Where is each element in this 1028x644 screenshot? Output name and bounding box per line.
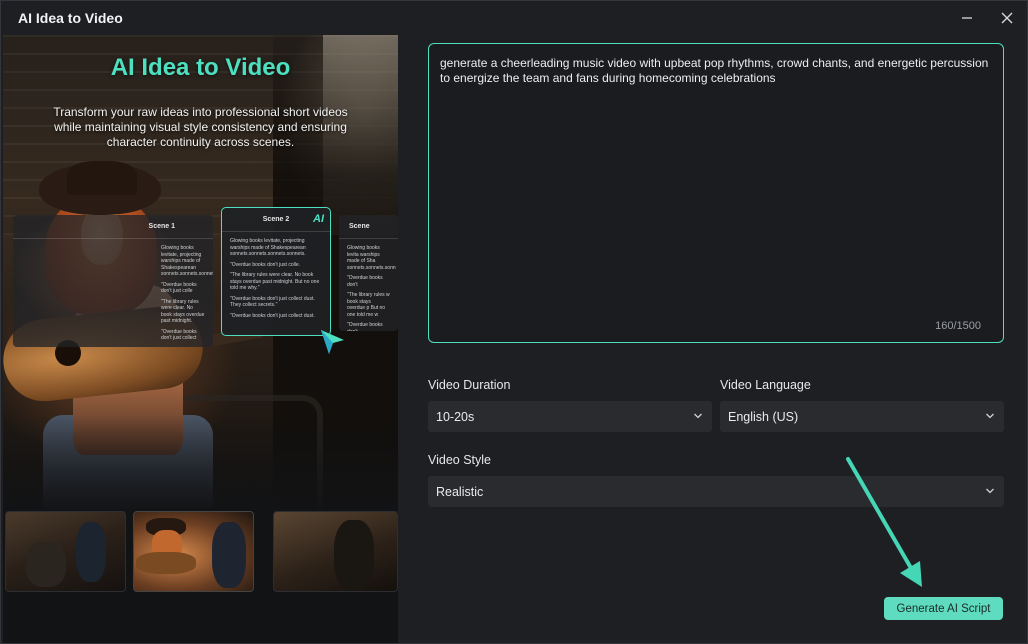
thumbnail-3[interactable] xyxy=(273,511,398,592)
scene-card-line: "The library rules w book stays overdue … xyxy=(347,292,390,318)
chevron-down-icon xyxy=(986,413,994,419)
thumbnail-strip xyxy=(3,509,398,595)
video-duration-select[interactable]: 10-20s xyxy=(428,401,712,432)
scene-card-line: Glowing books levita warships made of Sh… xyxy=(347,245,396,271)
hero-description: Transform your raw ideas into profession… xyxy=(53,105,348,149)
title-bar: AI Idea to Video xyxy=(1,1,1027,35)
scene-card-line: Glowing books levitate, projecting warsh… xyxy=(161,245,213,277)
chevron-down-icon xyxy=(986,488,994,494)
scene-card-line: "Overdue books don't just collect dust. xyxy=(230,312,315,319)
scene-card-line: "The library rules were clear. No book s… xyxy=(161,298,205,325)
scene-card-2: Scene 2 AI Glowing books levitate, proje… xyxy=(221,207,331,336)
scene-card-line: "Overdue books don't just colle. xyxy=(230,261,300,268)
thumbnail-1[interactable] xyxy=(5,511,126,592)
scene-card-line: "Overdue books don't just colle xyxy=(161,281,197,295)
thumbnail-2[interactable] xyxy=(133,511,254,592)
thumbnail-figure xyxy=(136,552,196,574)
hero-figure-hat-crown xyxy=(67,161,137,195)
scene-card-1: Scene 1 Glowing books levitate, projecti… xyxy=(13,215,213,347)
video-style-value: Realistic xyxy=(436,484,484,499)
thumbnail-figure xyxy=(212,522,246,588)
minimize-icon xyxy=(962,17,972,19)
video-duration-value: 10-20s xyxy=(436,409,475,424)
character-counter: 160/1500 xyxy=(935,320,981,332)
thumbnail-figure xyxy=(334,520,374,590)
hero-title: AI Idea to Video xyxy=(110,54,291,81)
chevron-down-icon xyxy=(694,413,702,419)
scene-card-3: Scene Glowing books levita warships made… xyxy=(339,215,398,331)
video-language-select[interactable]: English (US) xyxy=(720,401,1004,432)
window-title: AI Idea to Video xyxy=(18,10,123,26)
prompt-textarea[interactable]: generate a cheerleading music video with… xyxy=(428,43,1004,343)
arrow-annotation xyxy=(846,457,922,587)
scene-card-title: Scene xyxy=(339,215,398,239)
hero-image: AI Idea to Video Transform your raw idea… xyxy=(3,35,398,509)
generate-ai-script-button[interactable]: Generate AI Script xyxy=(884,597,1003,620)
app-window: AI Idea to Video AI Idea to Video Transf xyxy=(0,0,1028,644)
close-icon xyxy=(1001,12,1013,24)
scene-card-line: "Overdue books don't xyxy=(347,275,383,288)
video-duration-label: Video Duration xyxy=(428,378,511,392)
scene-card-body: Glowing books levitate, projecting warsh… xyxy=(13,239,213,347)
video-language-value: English (US) xyxy=(728,409,799,424)
video-style-label: Video Style xyxy=(428,453,492,467)
video-language-label: Video Language xyxy=(720,378,811,392)
scene-card-line: "Overdue books don't xyxy=(347,322,383,331)
scene-card-title: Scene 1 xyxy=(13,215,213,239)
minimize-button[interactable] xyxy=(954,6,980,30)
scene-card-line: Glowing books levitate, projecting warsh… xyxy=(230,238,306,257)
ai-cursor-icon xyxy=(321,330,344,354)
scene-card-line: "The library rules were clear. No book s… xyxy=(230,272,320,291)
preview-panel: AI Idea to Video Transform your raw idea… xyxy=(3,35,398,643)
hero-fade xyxy=(3,415,398,509)
scene-card-line: "Overdue books don't just collect xyxy=(161,328,197,342)
ai-badge: AI xyxy=(313,213,324,225)
scene-card-body: Glowing books levita warships made of Sh… xyxy=(339,239,398,331)
scene-card-line: "Overdue books don't just collect dust. … xyxy=(230,295,315,309)
close-button[interactable] xyxy=(994,6,1020,30)
scene-card-body: Glowing books levitate, projecting warsh… xyxy=(222,232,330,329)
prompt-text[interactable]: generate a cheerleading music video with… xyxy=(440,56,992,86)
thumbnail-figure xyxy=(76,522,106,582)
thumbnail-figure xyxy=(26,542,66,587)
